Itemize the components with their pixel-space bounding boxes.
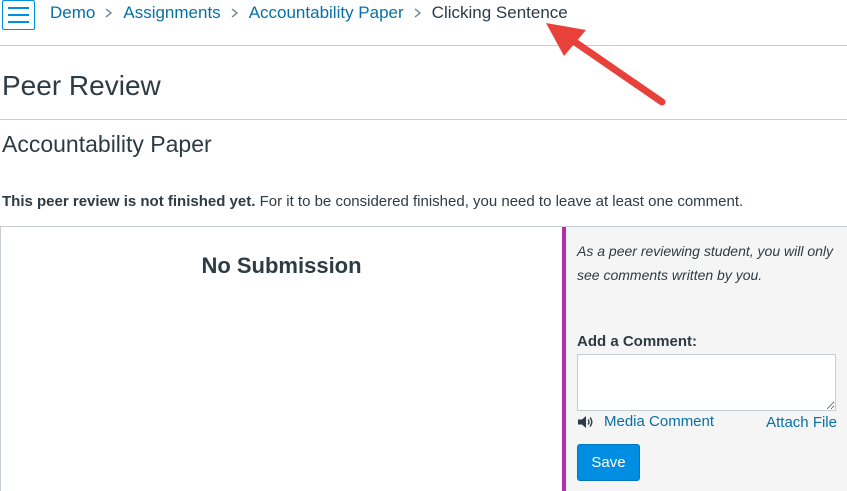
- divider: [0, 119, 847, 120]
- chevron-right-icon: [105, 8, 113, 18]
- submission-pane: No Submission: [1, 227, 562, 491]
- attach-file-link[interactable]: Attach File: [766, 414, 837, 431]
- hamburger-menu-icon[interactable]: [2, 0, 35, 30]
- speaker-icon: [578, 415, 593, 428]
- review-status-message: This peer review is not finished yet. Fo…: [2, 193, 743, 210]
- media-comment-label: Media Comment: [604, 413, 715, 430]
- breadcrumb-assignments[interactable]: Assignments: [123, 3, 220, 23]
- add-comment-label: Add a Comment:: [577, 333, 697, 350]
- no-submission-label: No Submission: [201, 253, 362, 278]
- chevron-right-icon: [414, 8, 422, 18]
- top-navigation-bar: Demo Assignments Accountability Paper Cl…: [0, 0, 847, 46]
- chevron-right-icon: [231, 8, 239, 18]
- comments-sidebar: As a peer reviewing student, you will on…: [562, 227, 847, 491]
- page-title: Peer Review: [2, 70, 161, 101]
- breadcrumb: Demo Assignments Accountability Paper Cl…: [50, 3, 568, 23]
- media-comment-link[interactable]: Media Comment: [577, 413, 714, 430]
- assignment-title: Accountability Paper: [2, 131, 212, 157]
- status-bold-text: This peer review is not finished yet.: [2, 193, 256, 210]
- comment-textarea[interactable]: [577, 354, 836, 411]
- annotation-arrow: [546, 23, 666, 106]
- save-button[interactable]: Save: [577, 444, 640, 481]
- breadcrumb-accountability-paper[interactable]: Accountability Paper: [249, 3, 404, 23]
- breadcrumb-demo[interactable]: Demo: [50, 3, 95, 23]
- status-text: For it to be considered finished, you ne…: [255, 193, 744, 210]
- peer-review-note: As a peer reviewing student, you will on…: [577, 243, 834, 283]
